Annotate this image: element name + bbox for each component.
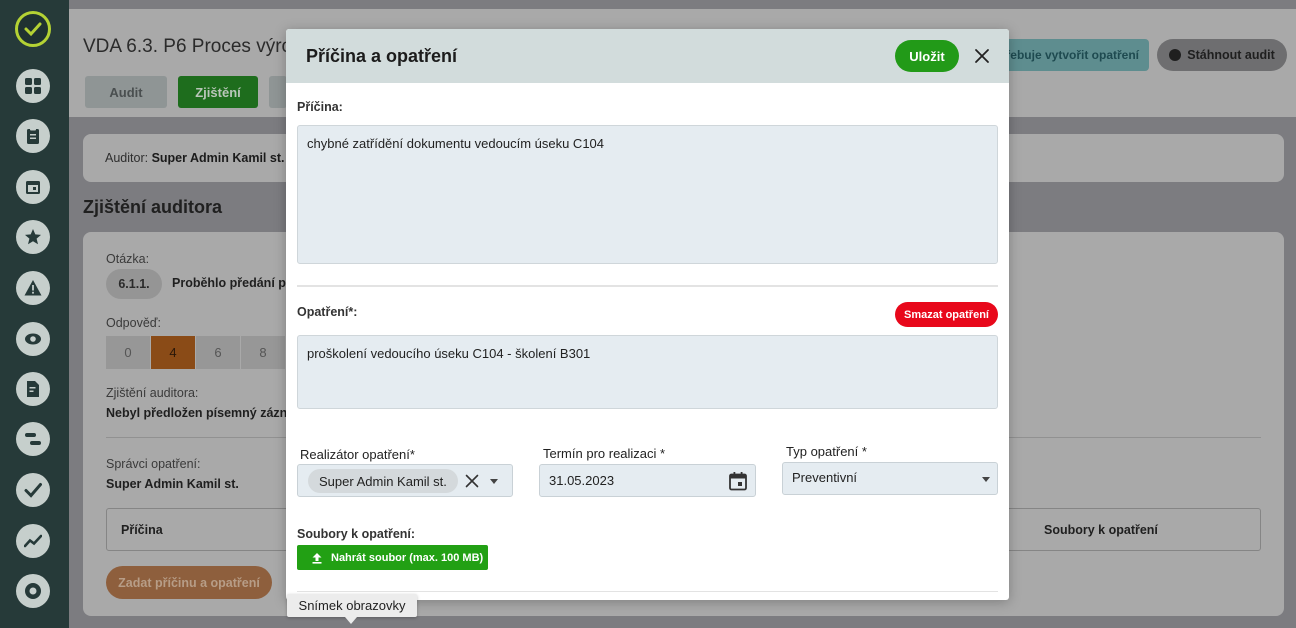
check-icon[interactable] xyxy=(16,473,50,507)
deadline-input[interactable]: 31.05.2023 xyxy=(539,464,756,497)
settings-icon[interactable] xyxy=(16,574,50,608)
deadline-label: Termín pro realizaci * xyxy=(543,446,666,461)
finding-text: Nebyl předložen písemný zázna xyxy=(106,406,295,420)
answer-option[interactable]: 0 xyxy=(106,336,150,369)
answer-option[interactable]: 6 xyxy=(196,336,240,369)
cause-textarea[interactable]: chybné zatřídění dokumentu vedoucím úsek… xyxy=(297,125,998,264)
answer-option-selected[interactable]: 4 xyxy=(151,336,195,369)
download-audit-label: Stáhnout audit xyxy=(1187,48,1275,62)
table-header-files: Soubory k opatření xyxy=(1044,523,1158,537)
managers-label: Správci opatření: xyxy=(106,457,201,471)
implementer-label: Realizátor opatření* xyxy=(300,447,415,462)
action-label: Opatření*: xyxy=(297,305,358,319)
clipboard-icon[interactable] xyxy=(16,119,50,153)
managers-value: Super Admin Kamil st. xyxy=(106,477,239,491)
implementer-chip[interactable]: Super Admin Kamil st. xyxy=(308,469,458,493)
answer-label: Odpověď: xyxy=(106,316,161,330)
sidebar xyxy=(0,0,69,628)
modal-title: Příčina a opatření xyxy=(306,46,458,66)
calendar-icon[interactable] xyxy=(16,170,50,204)
app-logo[interactable] xyxy=(15,11,51,47)
save-button[interactable]: Uložit xyxy=(895,40,959,72)
star-icon[interactable] xyxy=(16,220,50,254)
download-audit-button[interactable]: Stáhnout audit xyxy=(1157,39,1287,71)
tooltip-arrow xyxy=(345,617,357,624)
enter-cause-button[interactable]: Zadat příčinu a opatření xyxy=(106,566,272,599)
chevron-down-icon[interactable] xyxy=(490,479,498,484)
close-icon[interactable] xyxy=(972,46,992,66)
answer-option[interactable]: 8 xyxy=(241,336,285,369)
upload-label: Nahrát soubor (max. 100 MB) xyxy=(331,551,484,564)
tab-audit[interactable]: Audit xyxy=(85,76,167,108)
implementer-select[interactable]: Super Admin Kamil st. xyxy=(297,464,513,497)
auditor-label: Auditor: xyxy=(105,151,149,165)
type-select[interactable]: Preventivní xyxy=(782,462,998,495)
question-text: Proběhlo předání pr xyxy=(172,276,291,290)
modal-header: Příčina a opatření Uložit xyxy=(286,29,1009,83)
question-label: Otázka: xyxy=(106,252,150,266)
screenshot-tooltip: Snímek obrazovky xyxy=(287,594,417,617)
deadline-value: 31.05.2023 xyxy=(549,473,615,488)
download-icon xyxy=(1169,49,1182,61)
page-title: VDA 6.3. P6 Proces výroby xyxy=(83,36,313,57)
tab-third[interactable] xyxy=(269,76,287,108)
tab-zjisteni[interactable]: Zjištění xyxy=(178,76,258,108)
table-header-cause: Příčina xyxy=(121,523,163,537)
dashboard-icon[interactable] xyxy=(16,69,50,103)
upload-icon xyxy=(312,552,322,564)
eye-icon[interactable] xyxy=(16,322,50,356)
type-label: Typ opatření * xyxy=(786,444,867,459)
calendar-icon[interactable] xyxy=(728,471,748,491)
gantt-icon[interactable] xyxy=(16,422,50,456)
clear-icon[interactable] xyxy=(464,473,480,489)
auditor-value: Super Admin Kamil st. xyxy=(151,151,285,165)
action-textarea[interactable]: proškolení vedoucího úseku C104 - školen… xyxy=(297,335,998,409)
divider xyxy=(297,285,998,287)
finding-label: Zjištění auditora: xyxy=(106,386,199,400)
create-action-badge[interactable]: řebuje vytvořit opatření xyxy=(997,39,1149,71)
warning-icon[interactable] xyxy=(16,271,50,305)
edit-document-icon[interactable] xyxy=(16,372,50,406)
section-title: Zjištění auditora xyxy=(83,197,223,217)
files-label: Soubory k opatření: xyxy=(297,527,416,541)
cause-action-modal: Příčina a opatření Uložit Příčina: chybn… xyxy=(286,29,1009,600)
type-value: Preventivní xyxy=(792,470,858,485)
chevron-down-icon[interactable] xyxy=(982,477,990,482)
upload-file-button[interactable]: Nahrát soubor (max. 100 MB) xyxy=(297,545,488,570)
trending-icon[interactable] xyxy=(16,524,50,558)
question-number-badge: 6.1.1. xyxy=(106,269,162,299)
cause-label: Příčina: xyxy=(297,100,343,114)
delete-action-button[interactable]: Smazat opatření xyxy=(895,302,998,327)
divider xyxy=(297,591,998,592)
auditor-line: Auditor: Super Admin Kamil st. xyxy=(105,151,284,165)
